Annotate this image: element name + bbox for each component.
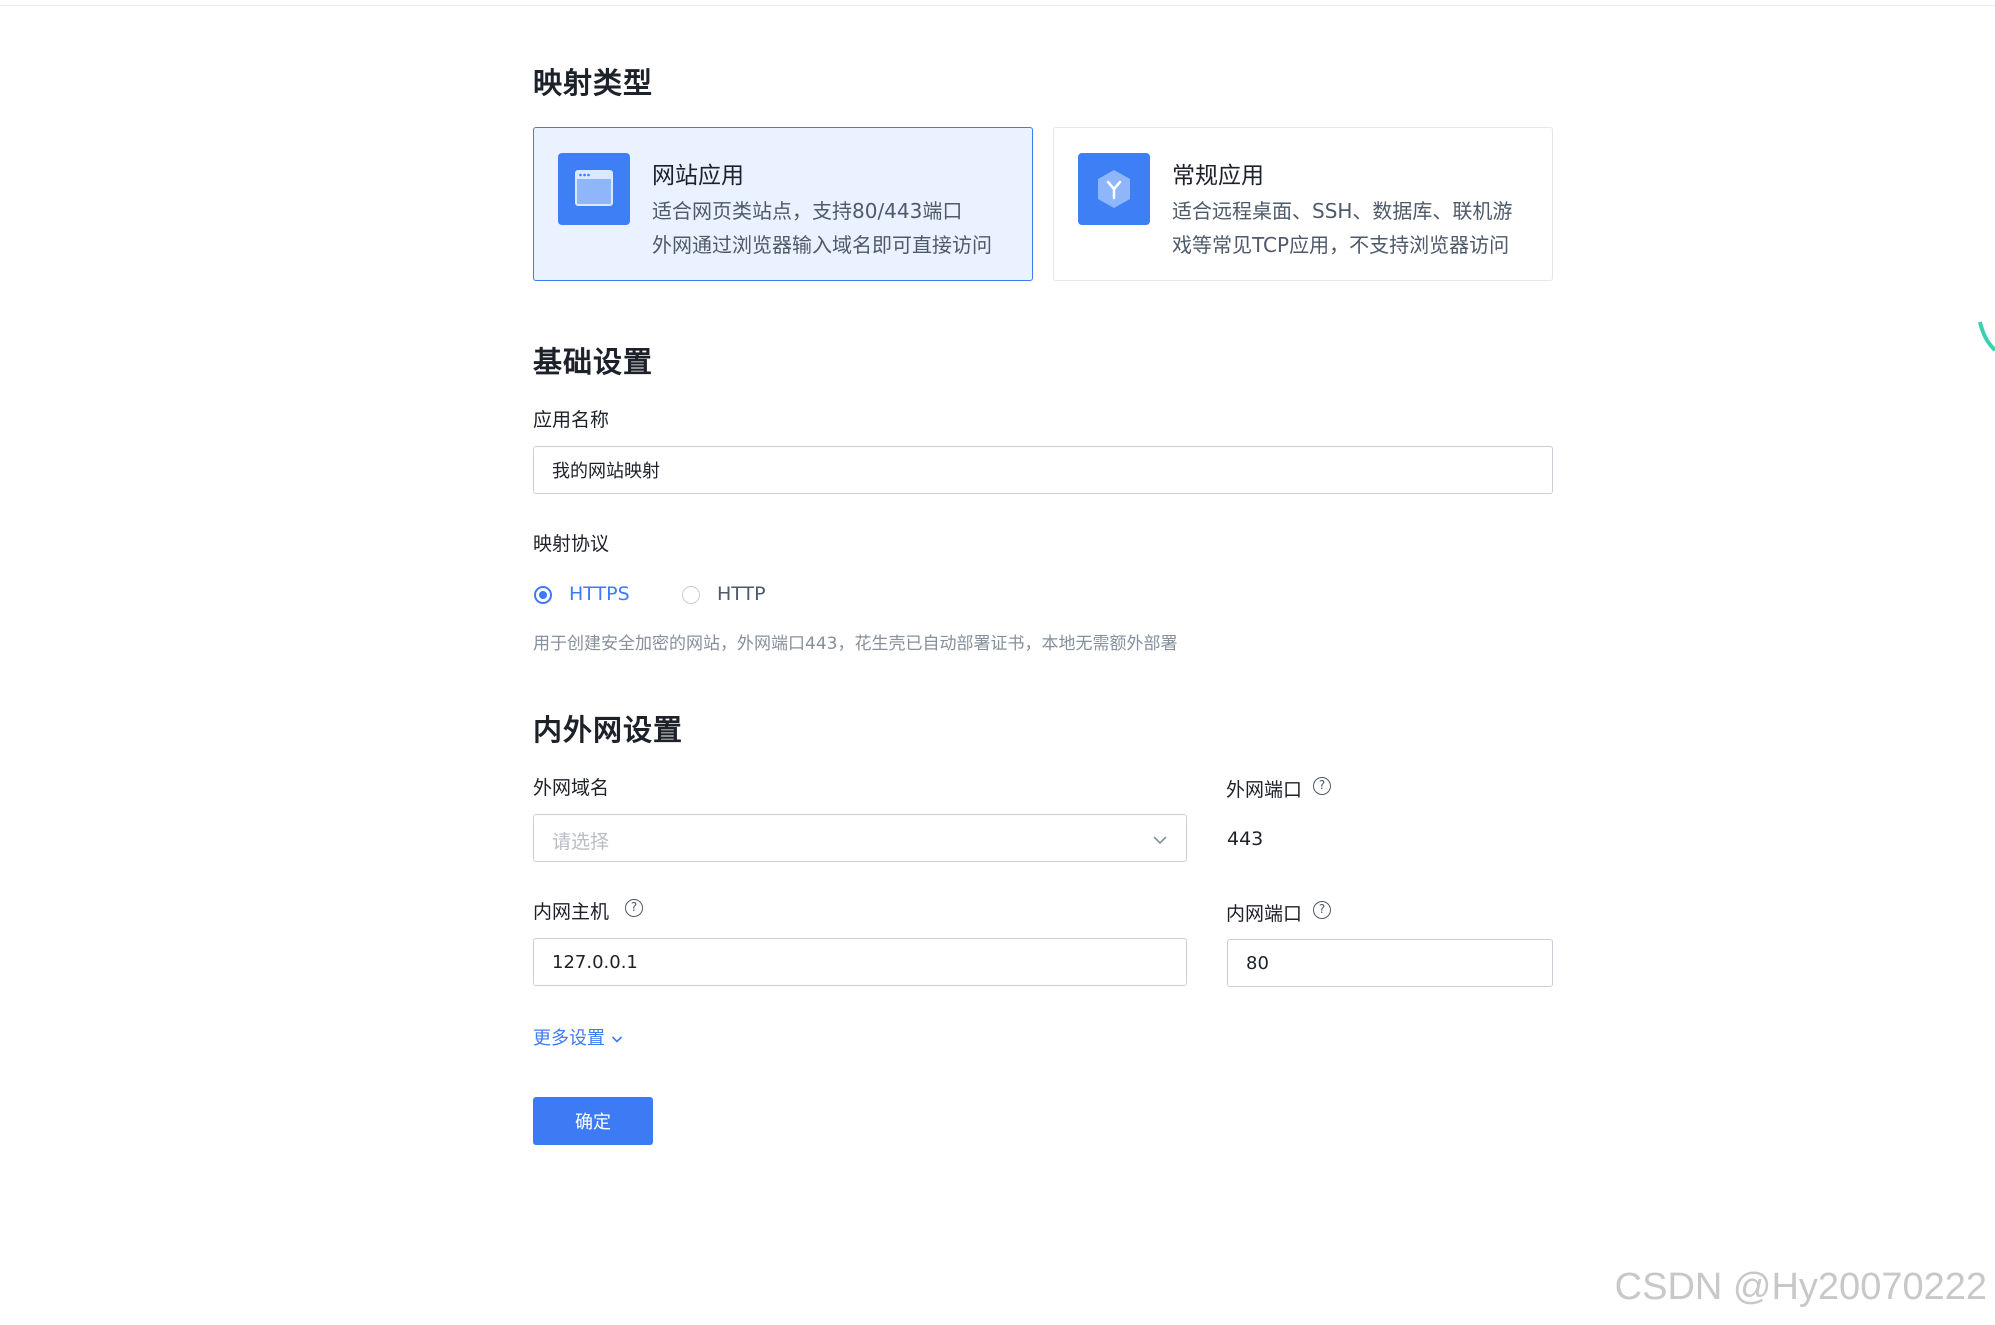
section-title-network-settings: 内外网设置	[533, 713, 684, 747]
protocol-hint: 用于创建安全加密的网站，外网端口443，花生壳已自动部署证书，本地无需额外部署	[533, 634, 1178, 654]
radio-http-label[interactable]: HTTP	[717, 583, 766, 605]
protocol-label: 映射协议	[533, 533, 610, 555]
card-description: 适合网页类站点，支持80/443端口 外网通过浏览器输入域名即可直接访问	[652, 194, 1022, 262]
card-title: 网站应用	[652, 163, 744, 189]
card-description-line: 戏等常见TCP应用，不支持浏览器访问	[1172, 233, 1510, 257]
internal-port-label: 内网端口	[1226, 903, 1303, 925]
section-title-mapping-type: 映射类型	[533, 66, 654, 100]
help-icon[interactable]: ?	[625, 899, 643, 917]
external-port-value: 443	[1227, 828, 1264, 850]
internal-host-input[interactable]	[533, 938, 1187, 986]
radio-https-label[interactable]: HTTPS	[569, 583, 630, 605]
confirm-button[interactable]: 确定	[533, 1097, 653, 1145]
internal-host-label: 内网主机	[533, 901, 610, 923]
internal-port-input[interactable]	[1227, 939, 1553, 987]
top-divider	[0, 5, 1995, 6]
chevron-down-icon	[611, 1028, 623, 1049]
mapping-type-card-website[interactable]: 网站应用 适合网页类站点，支持80/443端口 外网通过浏览器输入域名即可直接访…	[533, 127, 1033, 281]
help-icon[interactable]: ?	[1313, 777, 1331, 795]
radio-http[interactable]	[682, 586, 700, 604]
app-name-input[interactable]	[533, 446, 1553, 494]
card-description: 适合远程桌面、SSH、数据库、联机游 戏等常见TCP应用，不支持浏览器访问	[1172, 194, 1542, 262]
cube-icon	[1078, 153, 1150, 225]
card-description-line: 适合远程桌面、SSH、数据库、联机游	[1172, 199, 1513, 223]
more-settings-label: 更多设置	[533, 1028, 605, 1049]
card-description-line: 适合网页类站点，支持80/443端口	[652, 199, 963, 223]
more-settings-link[interactable]: 更多设置	[533, 1024, 623, 1050]
watermark: CSDN @Hy20070222	[1614, 1266, 1987, 1308]
browser-window-icon	[558, 153, 630, 225]
section-title-basic-settings: 基础设置	[533, 345, 654, 379]
card-title: 常规应用	[1172, 163, 1264, 189]
external-domain-label: 外网域名	[533, 777, 610, 799]
external-port-label: 外网端口	[1226, 779, 1303, 801]
chevron-down-icon	[1152, 831, 1168, 850]
help-icon[interactable]: ?	[1313, 901, 1331, 919]
app-name-label: 应用名称	[533, 409, 610, 431]
decorative-shape	[1978, 320, 1995, 358]
external-domain-select[interactable]: 请选择	[533, 814, 1187, 862]
radio-https[interactable]	[534, 586, 552, 604]
mapping-type-card-general[interactable]: 常规应用 适合远程桌面、SSH、数据库、联机游 戏等常见TCP应用，不支持浏览器…	[1053, 127, 1553, 281]
select-placeholder: 请选择	[552, 831, 610, 853]
card-description-line: 外网通过浏览器输入域名即可直接访问	[652, 233, 992, 257]
